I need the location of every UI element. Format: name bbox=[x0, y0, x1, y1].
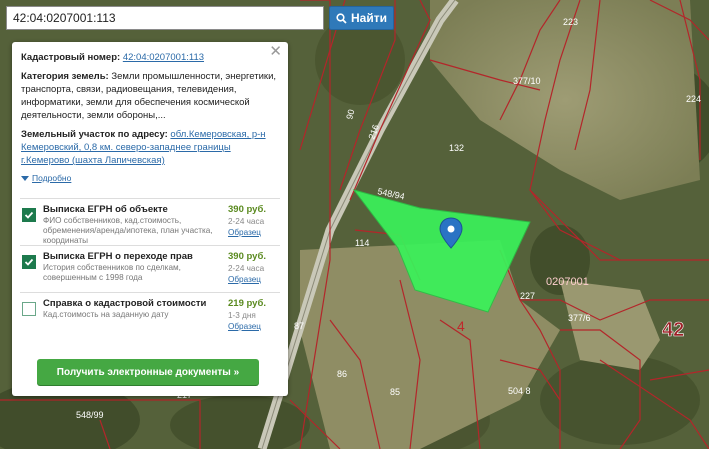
sample-link[interactable]: Образец bbox=[228, 321, 280, 332]
parcel-label: 114 bbox=[355, 238, 369, 248]
service-title: Справка о кадастровой стоимости bbox=[43, 298, 207, 309]
category-label: Категория земель: bbox=[21, 71, 109, 82]
triangle-down-icon bbox=[21, 176, 29, 181]
checkbox-unchecked[interactable] bbox=[22, 302, 36, 316]
search-input[interactable] bbox=[6, 6, 324, 30]
parcel-label: 377/10 bbox=[513, 76, 541, 86]
service-title: Выписка ЕГРН о переходе прав bbox=[43, 251, 193, 262]
parcel-label: 85 bbox=[390, 387, 400, 397]
service-title: Выписка ЕГРН об объекте bbox=[43, 204, 168, 215]
checkmark-icon bbox=[24, 211, 34, 219]
get-documents-button[interactable]: Получить электронные документы » bbox=[37, 359, 259, 385]
parcel-label: 4 bbox=[457, 318, 465, 334]
parcel-label: 87 bbox=[294, 321, 304, 331]
parcel-label: 377/6 bbox=[568, 313, 591, 323]
parcel-info-panel: ✕ Кадастровый номер: 42:04:0207001:113 К… bbox=[12, 42, 288, 396]
service-time: 2-24 часа bbox=[228, 217, 265, 226]
services-list: Выписка ЕГРН об объекте ФИО собственнико… bbox=[20, 198, 280, 339]
service-time: 1-3 дня bbox=[228, 311, 256, 320]
cadastral-label: Кадастровый номер: bbox=[21, 52, 121, 63]
service-price: 390 руб. bbox=[228, 251, 266, 262]
service-info: Справка о кадастровой стоимости Кад.стои… bbox=[43, 298, 228, 335]
address-label: Земельный участок по адресу: bbox=[21, 129, 168, 140]
service-meta: 390 руб. 2-24 часа Образец bbox=[228, 251, 280, 288]
service-info: Выписка ЕГРН о переходе прав История соб… bbox=[43, 251, 228, 288]
service-item[interactable]: Справка о кадастровой стоимости Кад.стои… bbox=[20, 292, 280, 339]
cadastral-number-link[interactable]: 42:04:0207001:113 bbox=[123, 52, 204, 63]
sample-link[interactable]: Образец bbox=[228, 227, 280, 238]
service-description: История собственников по сделкам, соверш… bbox=[43, 263, 181, 282]
sample-link[interactable]: Образец bbox=[228, 274, 280, 285]
search-button[interactable]: Найти bbox=[329, 6, 394, 30]
close-icon[interactable]: ✕ bbox=[269, 44, 282, 59]
parcel-label: 227 bbox=[520, 291, 535, 301]
checkmark-icon bbox=[24, 258, 34, 266]
search-button-label: Найти bbox=[351, 11, 387, 25]
parcel-label: 504 8 bbox=[508, 386, 531, 396]
parcel-label: 223 bbox=[563, 17, 578, 27]
service-time: 2-24 часа bbox=[228, 264, 265, 273]
checkbox-checked[interactable] bbox=[22, 208, 36, 222]
details-label: Подробно bbox=[32, 173, 72, 183]
service-item[interactable]: Выписка ЕГРН о переходе прав История соб… bbox=[20, 245, 280, 292]
cadastral-row: Кадастровый номер: 42:04:0207001:113 bbox=[21, 51, 279, 64]
address-row: Земельный участок по адресу: обл.Кемеров… bbox=[21, 128, 279, 167]
service-meta: 390 руб. 2-24 часа Образец bbox=[228, 204, 280, 241]
parcel-label: 42 bbox=[662, 319, 684, 341]
parcel-label: 224 bbox=[686, 94, 701, 104]
app: 223 377/10 224 132 548/94 114 0207001 22… bbox=[0, 0, 709, 449]
parcel-label: 132 bbox=[449, 143, 464, 153]
parcel-label: 548/99 bbox=[76, 410, 104, 420]
parcel-label: 86 bbox=[337, 369, 347, 379]
details-toggle[interactable]: Подробно bbox=[21, 172, 279, 185]
service-item[interactable]: Выписка ЕГРН об объекте ФИО собственнико… bbox=[20, 198, 280, 245]
service-price: 219 руб. bbox=[228, 298, 266, 309]
service-price: 390 руб. bbox=[228, 204, 266, 215]
checkbox-checked[interactable] bbox=[22, 255, 36, 269]
category-row: Категория земель: Земли промышленности, … bbox=[21, 70, 279, 122]
parcel-label: 0207001 bbox=[546, 276, 589, 288]
search-icon bbox=[336, 12, 347, 24]
service-description: ФИО собственников, кад.стоимость, обреме… bbox=[43, 216, 213, 245]
service-meta: 219 руб. 1-3 дня Образец bbox=[228, 298, 280, 335]
service-description: Кад.стоимость на заданную дату bbox=[43, 310, 169, 319]
service-info: Выписка ЕГРН об объекте ФИО собственнико… bbox=[43, 204, 228, 245]
